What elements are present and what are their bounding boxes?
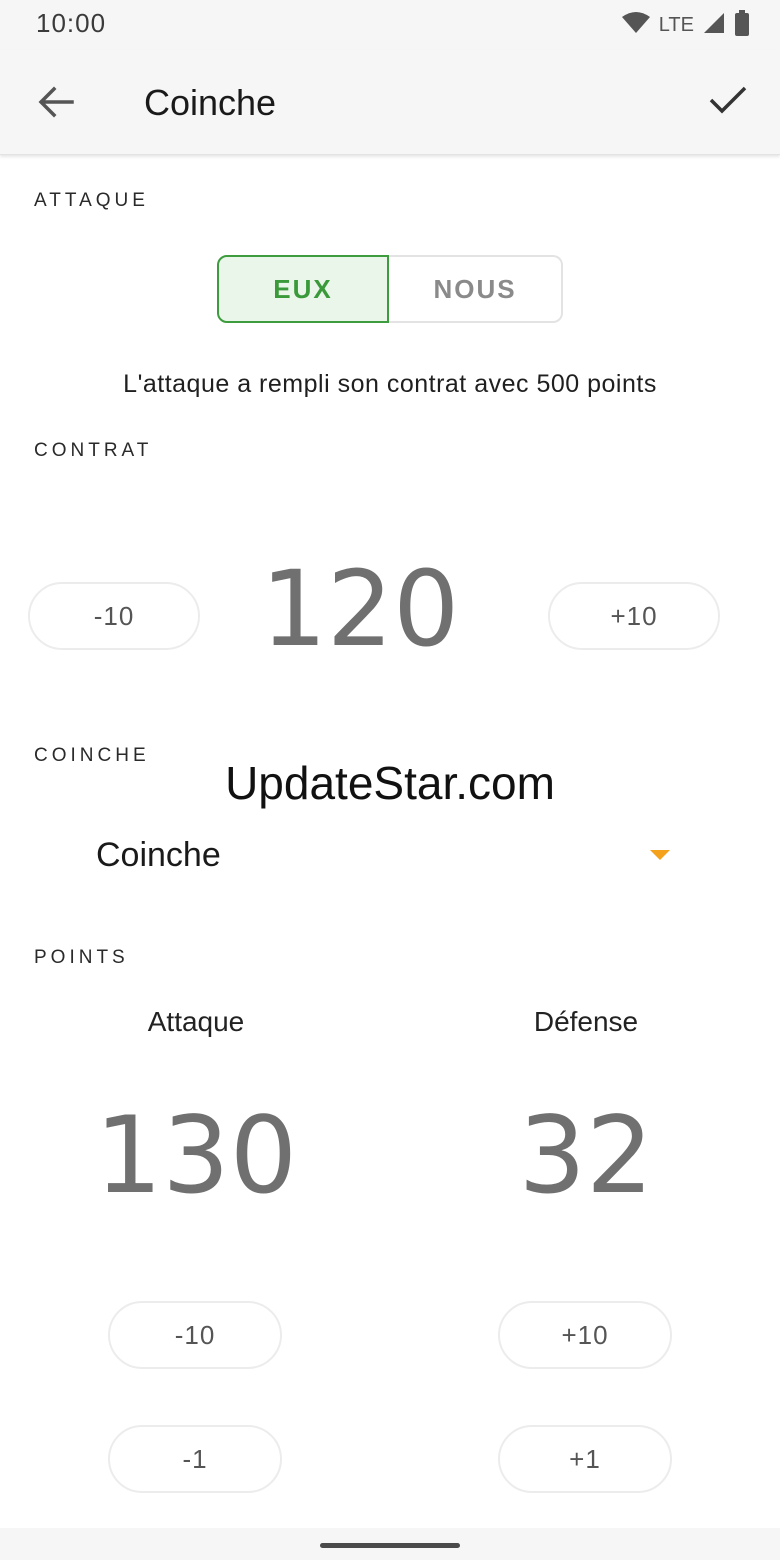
page-title: Coinche — [144, 82, 277, 123]
contract-status-text: L'attaque a rempli son contrat avec 500 … — [123, 370, 657, 398]
toggle-eux[interactable]: EUX — [217, 255, 389, 323]
toggle-nous[interactable]: NOUS — [389, 255, 563, 323]
contract-minus10-button[interactable]: -10 — [28, 582, 200, 650]
points-minus1-button[interactable]: -1 — [108, 1425, 282, 1493]
section-label-points: POINTS — [34, 947, 129, 968]
app-bar — [0, 50, 780, 155]
section-label-contrat: CONTRAT — [34, 440, 153, 461]
section-label-attaque: ATTAQUE — [34, 190, 149, 211]
points-plus10-button[interactable]: +10 — [498, 1301, 672, 1369]
back-button[interactable] — [32, 80, 80, 128]
watermark: UpdateStar.com — [225, 757, 555, 809]
home-indicator[interactable] — [320, 1543, 460, 1548]
confirm-button[interactable] — [702, 78, 754, 126]
status-time: 10:00 — [36, 8, 107, 38]
status-icons: LTE — [621, 9, 750, 41]
contract-plus10-button[interactable]: +10 — [548, 582, 720, 650]
section-label-coinche: COINCHE — [34, 745, 150, 766]
wifi-icon — [621, 11, 651, 40]
checkmark-icon — [708, 84, 748, 121]
points-minus10-button[interactable]: -10 — [108, 1301, 282, 1369]
points-defense-value: 32 — [518, 1094, 654, 1217]
battery-icon — [734, 9, 750, 41]
points-plus1-button[interactable]: +1 — [498, 1425, 672, 1493]
points-defense-label: Défense — [533, 1006, 639, 1037]
points-attaque-value: 130 — [94, 1094, 298, 1217]
points-attaque-label: Attaque — [147, 1006, 245, 1037]
dropdown-caret-icon[interactable] — [650, 850, 670, 860]
coinche-select[interactable]: Coinche — [96, 836, 221, 875]
network-type: LTE — [658, 13, 694, 36]
arrow-left-icon — [38, 86, 74, 123]
contract-value: 120 — [260, 548, 460, 670]
signal-icon — [702, 11, 726, 40]
